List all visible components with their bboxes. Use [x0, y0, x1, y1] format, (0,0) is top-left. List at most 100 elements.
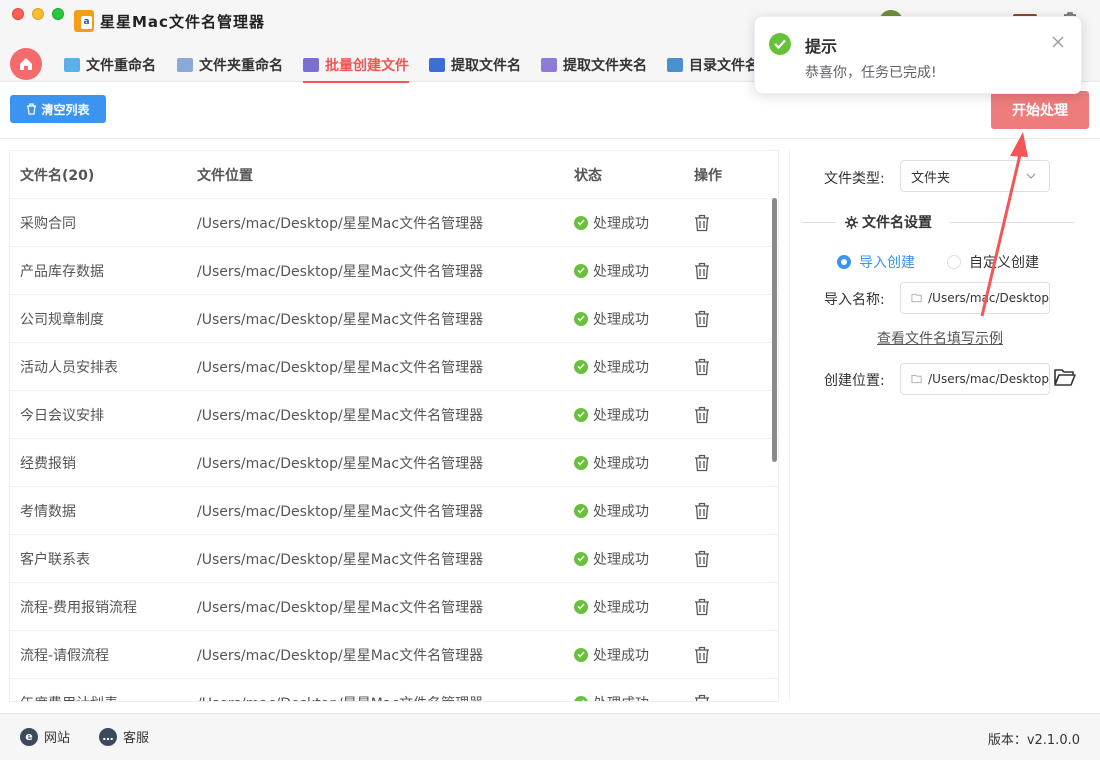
row-location: /Users/mac/Desktop/星星Mac文件名管理器: [197, 359, 484, 376]
extract-filename-icon: [429, 58, 445, 72]
file-type-label: 文件类型:: [824, 171, 885, 187]
row-filename: 采购合同: [20, 215, 76, 232]
header-status: 状态: [574, 167, 602, 184]
folder-open-icon[interactable]: [1054, 367, 1076, 387]
table-row[interactable]: 经费报销/Users/mac/Desktop/星星Mac文件名管理器 处理成功: [10, 439, 778, 487]
tab-directory-filename[interactable]: 目录文件名: [667, 50, 759, 80]
status-text: 处理成功: [593, 647, 649, 664]
tab-extract-filename[interactable]: 提取文件名: [429, 50, 521, 80]
row-operation: [694, 406, 754, 424]
row-filename: 流程-请假流程: [20, 647, 110, 664]
tab-file-rename[interactable]: 文件重命名: [64, 50, 156, 80]
app-title: 星星Mac文件名管理器: [100, 13, 265, 31]
row-location: /Users/mac/Desktop/星星Mac文件名管理器: [197, 407, 484, 424]
import-name-value: /Users/mac/Desktop: [928, 291, 1049, 305]
delete-icon[interactable]: [694, 262, 710, 280]
delete-icon[interactable]: [694, 358, 710, 376]
row-status: 处理成功: [574, 645, 694, 665]
table-row[interactable]: 今日会议安排/Users/mac/Desktop/星星Mac文件名管理器 处理成功: [10, 391, 778, 439]
chat-icon: …: [99, 727, 117, 746]
row-filename: 客户联系表: [20, 551, 90, 568]
delete-icon[interactable]: [694, 598, 710, 616]
row-operation: [694, 310, 754, 328]
folder-rename-icon: [177, 58, 193, 72]
success-check-icon: [574, 455, 588, 470]
radio-import-create[interactable]: 导入创建: [837, 252, 915, 272]
row-operation: [694, 502, 754, 520]
radio-custom-label: 自定义创建: [969, 255, 1039, 271]
folder-icon: [911, 293, 922, 303]
success-check-icon: [574, 263, 588, 278]
delete-icon[interactable]: [694, 454, 710, 472]
tab-folder-rename[interactable]: 文件夹重命名: [177, 50, 283, 80]
tab-extract-foldername[interactable]: 提取文件夹名: [541, 50, 647, 80]
table-row[interactable]: 考情数据/Users/mac/Desktop/星星Mac文件名管理器 处理成功: [10, 487, 778, 535]
row-location: /Users/mac/Desktop/星星Mac文件名管理器: [197, 503, 484, 520]
row-operation: [694, 214, 754, 232]
start-process-button[interactable]: 开始处理: [991, 91, 1089, 129]
website-link[interactable]: e 网站: [20, 727, 70, 746]
file-rename-icon: [64, 58, 80, 72]
clear-list-button[interactable]: 清空列表: [10, 95, 106, 123]
table-row[interactable]: 活动人员安排表/Users/mac/Desktop/星星Mac文件名管理器 处理成…: [10, 343, 778, 391]
delete-icon[interactable]: [694, 550, 710, 568]
extract-foldername-icon: [541, 58, 557, 72]
success-icon: [769, 33, 791, 55]
delete-icon[interactable]: [694, 502, 710, 520]
table-scrollbar[interactable]: [772, 198, 777, 462]
filename-example-link[interactable]: 查看文件名填写示例: [877, 328, 1003, 348]
table-row[interactable]: 产品库存数据/Users/mac/Desktop/星星Mac文件名管理器 处理成功: [10, 247, 778, 295]
row-status: 处理成功: [574, 597, 694, 617]
table-row[interactable]: 年度费用计划表/Users/mac/Desktop/星星Mac文件名管理器 处理成…: [10, 679, 778, 703]
tab-label: 目录文件名: [689, 58, 759, 74]
row-filename: 今日会议安排: [20, 407, 104, 424]
table-row[interactable]: 流程-费用报销流程/Users/mac/Desktop/星星Mac文件名管理器 处…: [10, 583, 778, 631]
app-logo-icon: a: [74, 10, 94, 32]
delete-icon[interactable]: [694, 214, 710, 232]
table-row[interactable]: 采购合同/Users/mac/Desktop/星星Mac文件名管理器 处理成功: [10, 199, 778, 247]
delete-icon[interactable]: [694, 310, 710, 328]
status-text: 处理成功: [593, 503, 649, 520]
section-filename-settings: 文件名设置: [802, 212, 1074, 232]
row-operation: [694, 262, 754, 280]
row-location: /Users/mac/Desktop/星星Mac文件名管理器: [197, 599, 484, 616]
row-location: /Users/mac/Desktop/星星Mac文件名管理器: [197, 455, 484, 472]
import-name-field[interactable]: /Users/mac/Desktop: [900, 282, 1050, 314]
table-row[interactable]: 流程-请假流程/Users/mac/Desktop/星星Mac文件名管理器 处理成…: [10, 631, 778, 679]
success-check-icon: [574, 695, 588, 701]
browser-icon: e: [20, 727, 38, 746]
tab-label: 文件重命名: [86, 58, 156, 74]
tab-batch-create[interactable]: 批量创建文件: [303, 50, 409, 83]
tab-label: 提取文件名: [451, 58, 521, 74]
row-filename: 活动人员安排表: [20, 359, 118, 376]
delete-icon[interactable]: [694, 406, 710, 424]
create-location-field[interactable]: /Users/mac/Desktop: [900, 363, 1050, 395]
support-link[interactable]: … 客服: [99, 727, 149, 746]
section-title: 文件名设置: [862, 215, 932, 231]
radio-custom-create[interactable]: 自定义创建: [947, 252, 1039, 272]
table-row[interactable]: 客户联系表/Users/mac/Desktop/星星Mac文件名管理器 处理成功: [10, 535, 778, 583]
radio-checked-icon: [837, 255, 851, 269]
success-check-icon: [574, 359, 588, 374]
header-filename: 文件名(20): [20, 167, 95, 184]
file-type-select[interactable]: 文件夹: [900, 160, 1050, 192]
success-check-icon: [574, 599, 588, 614]
row-operation: [694, 550, 754, 568]
status-text: 处理成功: [593, 693, 649, 702]
home-button[interactable]: [10, 48, 42, 80]
close-icon[interactable]: [1051, 35, 1065, 49]
close-window-button[interactable]: [12, 8, 24, 20]
header-location: 文件位置: [197, 167, 253, 184]
table-row[interactable]: 公司规章制度/Users/mac/Desktop/星星Mac文件名管理器 处理成功: [10, 295, 778, 343]
version-label: 版本：v2.1.0.0: [987, 733, 1080, 748]
trash-icon: [27, 103, 37, 115]
zoom-window-button[interactable]: [52, 8, 64, 20]
row-status: 处理成功: [574, 213, 694, 233]
row-status: 处理成功: [574, 549, 694, 569]
delete-icon[interactable]: [694, 646, 710, 664]
delete-icon[interactable]: [694, 694, 710, 703]
file-type-value: 文件夹: [911, 170, 951, 186]
minimize-window-button[interactable]: [32, 8, 44, 20]
status-text: 处理成功: [593, 359, 649, 376]
status-text: 处理成功: [593, 311, 649, 328]
